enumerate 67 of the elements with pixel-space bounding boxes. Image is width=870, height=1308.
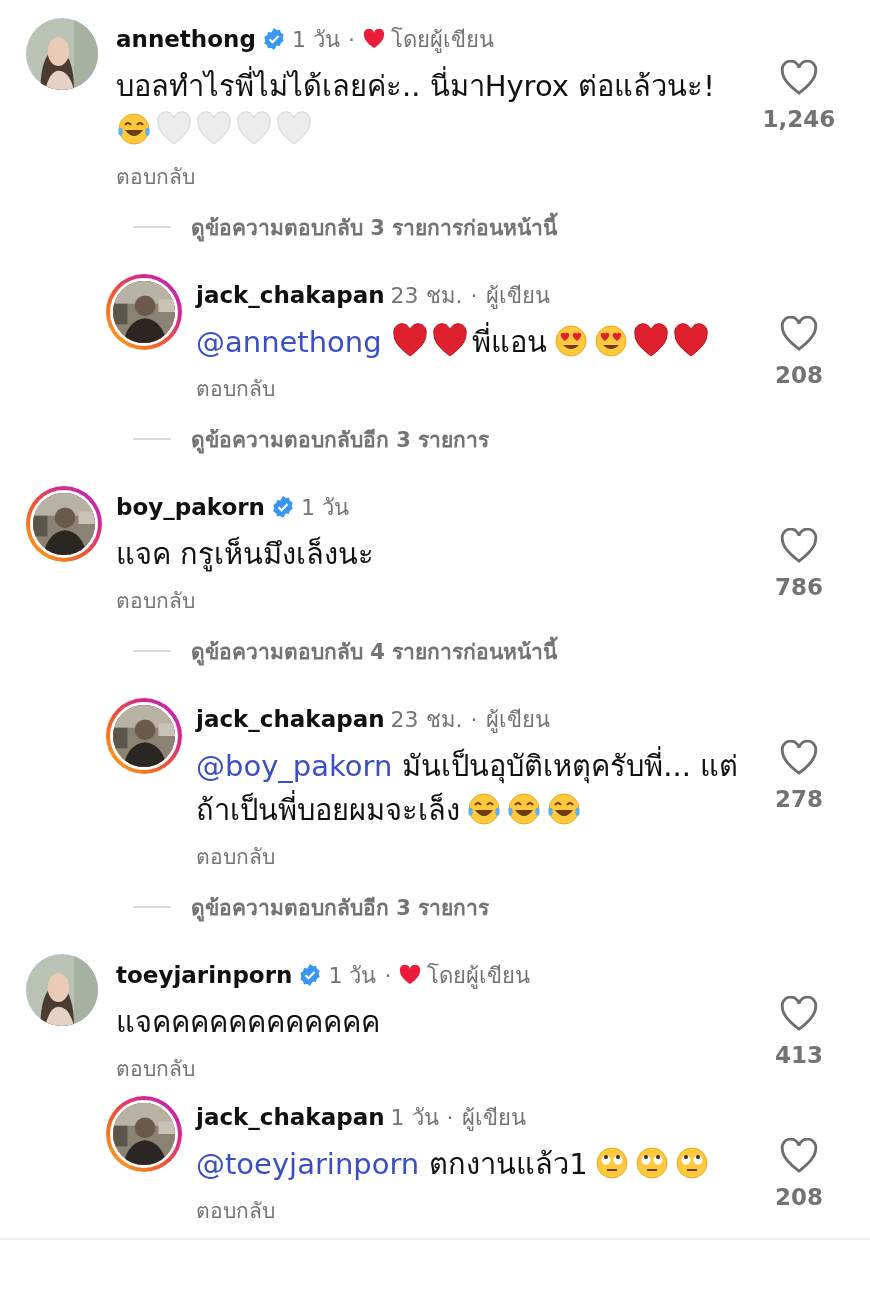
reply-button[interactable]: ตอบกลับ [196,1194,275,1226]
comment-time: 1 วัน [291,25,340,54]
view-replies-link[interactable]: ดูข้อความตอบกลับ 3 รายการก่อนหน้านี้ [191,210,558,244]
like-count: 208 [775,362,823,388]
face-emoji-icon [592,323,629,359]
reply-button[interactable]: ตอบกลับ [116,160,195,192]
view-replies-link[interactable]: ดูข้อความตอบกลับ 4 รายการก่อนหน้านี้ [191,634,558,668]
comment-text: ตกงานแล้ว1 [429,1147,588,1181]
mention-link[interactable]: @boy_pakorn [196,749,393,783]
heart-emoji-icon [236,111,272,147]
reply-button[interactable]: ตอบกลับ [116,1052,195,1084]
like-icon[interactable] [780,316,818,352]
like-count: 413 [775,1042,823,1068]
like-count: 208 [775,1184,823,1210]
heart-emoji-icon [632,323,669,359]
author-label: ผู้เขียน [485,281,550,311]
username[interactable]: jack_chakapan [196,706,385,732]
comment-text: แจค กรูเห็นมึงเล็งนะ [116,537,375,571]
comment-time: 1 วัน [300,493,349,522]
like-count: 278 [775,786,823,812]
view-replies-link[interactable]: ดูข้อความตอบกลับอีก 3 รายการ [191,890,490,924]
heart-emoji-icon [672,323,709,359]
author-label: ผู้เขียน [485,705,550,735]
face-emoji-icon [466,791,502,827]
like-icon[interactable] [780,996,818,1032]
username[interactable]: boy_pakorn [116,494,265,520]
heart-emoji-icon [156,111,192,147]
heart-emoji-icon [431,323,468,359]
separator-dot: · [470,282,478,308]
like-icon[interactable] [780,1138,818,1174]
like-count: 1,246 [762,106,836,132]
face-emoji-icon [633,1145,670,1181]
reply-button[interactable]: ตอบกลับ [196,840,275,872]
like-count: 786 [775,574,823,600]
mention-link[interactable]: @toeyjarinporn [196,1147,420,1181]
author-label: โดยผู้เขียน [390,25,494,55]
username[interactable]: toeyjarinporn [116,962,293,988]
face-emoji-icon [546,791,582,827]
comment-time: 23 ชม. [390,705,463,734]
reply-button[interactable]: ตอบกลับ [196,372,275,404]
mention-link[interactable]: @annethong [196,325,382,359]
view-replies-link[interactable]: ดูข้อความตอบกลับอีก 3 รายการ [191,422,490,456]
username[interactable]: jack_chakapan [196,282,385,308]
face-emoji-icon [116,111,152,147]
heart-emoji-icon [391,323,428,359]
heart-emoji-icon [276,111,312,147]
author-label: โดยผู้เขียน [427,961,531,991]
separator-dot: · [347,26,355,52]
comment-time: 23 ชม. [390,281,463,310]
face-emoji-icon [673,1145,710,1181]
comment-text: แจคคคคคคคคคคคค [116,1005,380,1039]
like-icon[interactable] [780,60,818,96]
face-emoji-icon [552,323,589,359]
separator-dot: · [470,706,478,732]
author-label: ผู้เขียน [461,1103,526,1133]
like-icon[interactable] [780,740,818,776]
comment-time: 1 วัน [390,1103,439,1132]
separator-dot: · [384,962,392,988]
face-emoji-icon [506,791,542,827]
username[interactable]: jack_chakapan [196,1104,385,1130]
heart-emoji-icon [196,111,232,147]
username[interactable]: annethong [116,26,256,52]
separator-dot: · [446,1104,454,1130]
like-icon[interactable] [780,528,818,564]
reply-button[interactable]: ตอบกลับ [116,584,195,616]
comment-time: 1 วัน [328,961,377,990]
face-emoji-icon [593,1145,630,1181]
